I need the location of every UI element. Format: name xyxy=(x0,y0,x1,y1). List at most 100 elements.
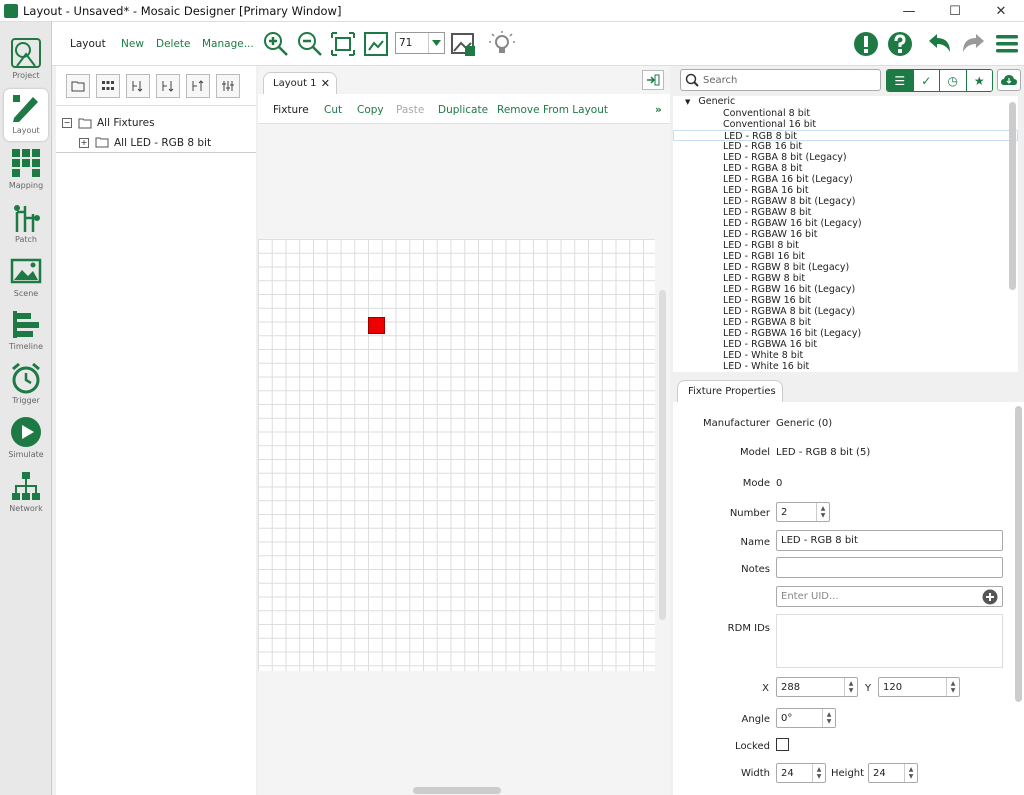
filter-button[interactable] xyxy=(216,73,240,98)
library-search-input[interactable]: Search xyxy=(680,69,881,91)
library-item[interactable]: LED - RGB 16 bit xyxy=(673,141,1018,152)
library-item[interactable]: LED - RGBA 8 bit xyxy=(673,163,1018,174)
fit-selection-icon[interactable] xyxy=(329,30,357,58)
background-image-icon[interactable] xyxy=(449,30,477,58)
fixture-led-rgb[interactable] xyxy=(368,317,385,334)
canvas-vertical-scrollbar[interactable] xyxy=(659,290,666,620)
fixture-menu[interactable]: Fixture xyxy=(273,104,309,116)
nav-patch[interactable]: Patch xyxy=(4,198,48,250)
lightbulb-icon[interactable] xyxy=(488,30,516,58)
stepper-arrows-icon[interactable]: ▲ ▼ xyxy=(812,764,825,782)
move-up-button[interactable] xyxy=(186,73,210,98)
library-item[interactable]: LED - RGBW 16 bit xyxy=(673,295,1018,306)
stepper-arrows-icon[interactable]: ▲ ▼ xyxy=(844,678,857,696)
tree-row-all-led-rgb[interactable]: + All LED - RGB 8 bit xyxy=(56,133,256,153)
layout-grid[interactable] xyxy=(258,239,655,671)
new-button[interactable]: New xyxy=(121,38,144,50)
locked-checkbox[interactable] xyxy=(776,738,789,751)
star-icon[interactable]: ★ xyxy=(966,70,992,91)
warning-icon[interactable] xyxy=(852,30,880,58)
library-item[interactable]: LED - RGBW 8 bit (Legacy) xyxy=(673,262,1018,273)
dock-panel-button[interactable] xyxy=(642,70,664,90)
stepper-arrows-icon[interactable]: ▲ ▼ xyxy=(822,709,835,727)
height-stepper[interactable]: 24 ▲ ▼ xyxy=(868,763,918,783)
library-item[interactable]: LED - RGBAW 16 bit (Legacy) xyxy=(673,218,1018,229)
minimize-button[interactable]: — xyxy=(886,0,932,22)
stepper-arrows-icon[interactable]: ▲ ▼ xyxy=(946,678,959,696)
library-item[interactable]: Conventional 8 bit xyxy=(673,108,1018,119)
x-stepper[interactable]: 288 ▲ ▼ xyxy=(776,677,858,697)
library-scrollbar[interactable] xyxy=(1009,102,1016,290)
nav-scene[interactable]: Scene xyxy=(4,252,48,304)
delete-button[interactable]: Delete xyxy=(156,38,191,50)
close-tab-icon[interactable]: ✕ xyxy=(321,77,330,90)
library-item[interactable]: LED - RGBA 8 bit (Legacy) xyxy=(673,152,1018,163)
grid-group-button[interactable] xyxy=(96,73,120,98)
width-stepper[interactable]: 24 ▲ ▼ xyxy=(776,763,826,783)
expand-icon[interactable]: + xyxy=(79,137,89,148)
library-item[interactable]: LED - RGBW 16 bit (Legacy) xyxy=(673,284,1018,295)
remove-from-layout-button[interactable]: Remove From Layout xyxy=(497,104,608,116)
help-icon[interactable] xyxy=(886,30,914,58)
library-item[interactable]: LED - RGBI 8 bit xyxy=(673,240,1018,251)
collapse-icon[interactable]: − xyxy=(62,118,72,128)
nav-trigger[interactable]: Trigger xyxy=(4,359,48,411)
library-item[interactable]: LED - RGBWA 8 bit (Legacy) xyxy=(673,306,1018,317)
notes-field[interactable] xyxy=(776,557,1003,578)
angle-stepper[interactable]: 0° ▲ ▼ xyxy=(776,708,836,728)
undo-icon[interactable] xyxy=(926,30,954,58)
tab-fixture-properties[interactable]: Fixture Properties xyxy=(677,380,783,402)
cut-button[interactable]: Cut xyxy=(324,104,342,116)
library-item[interactable]: LED - RGBWA 16 bit xyxy=(673,339,1018,350)
nav-simulate[interactable]: Simulate xyxy=(4,413,48,465)
zoom-out-icon[interactable] xyxy=(296,30,324,58)
nav-timeline[interactable]: Timeline xyxy=(4,305,48,357)
library-item[interactable]: LED - RGB 8 bit xyxy=(673,130,1018,142)
close-window-button[interactable]: ✕ xyxy=(978,0,1024,22)
menu-icon[interactable] xyxy=(993,30,1021,58)
check-icon[interactable]: ✓ xyxy=(913,70,940,91)
library-item[interactable]: LED - RGBI 16 bit xyxy=(673,251,1018,262)
fit-all-icon[interactable] xyxy=(362,30,390,58)
library-group-generic[interactable]: ▼ Generic xyxy=(673,96,1018,108)
manage-button[interactable]: Manage... xyxy=(202,38,254,50)
add-uid-icon[interactable] xyxy=(982,589,998,605)
cloud-download-icon[interactable] xyxy=(997,69,1021,91)
canvas-horizontal-scrollbar[interactable] xyxy=(413,787,501,794)
library-item[interactable]: LED - RGBW 8 bit xyxy=(673,273,1018,284)
properties-scrollbar[interactable] xyxy=(1015,406,1022,702)
library-item[interactable]: LED - White 16 bit xyxy=(673,361,1018,372)
y-stepper[interactable]: 120 ▲ ▼ xyxy=(878,677,960,697)
maximize-button[interactable]: ☐ xyxy=(932,0,978,22)
library-item[interactable]: Conventional 16 bit xyxy=(673,119,1018,130)
stepper-arrows-icon[interactable]: ▲ ▼ xyxy=(904,764,917,782)
library-item[interactable]: LED - RGBWA 8 bit xyxy=(673,317,1018,328)
uid-input[interactable]: Enter UID... xyxy=(776,586,1003,607)
list-view-icon[interactable]: ☰ xyxy=(887,70,914,91)
history-icon[interactable]: ◷ xyxy=(940,70,967,91)
zoom-level-select[interactable]: 71 xyxy=(395,32,445,54)
nav-network[interactable]: Network xyxy=(4,467,48,519)
duplicate-button[interactable]: Duplicate xyxy=(438,104,488,116)
sort-button[interactable] xyxy=(126,73,150,98)
zoom-in-icon[interactable] xyxy=(262,30,290,58)
library-item[interactable]: LED - RGBAW 16 bit xyxy=(673,229,1018,240)
new-group-button[interactable] xyxy=(66,73,90,98)
library-item[interactable]: LED - RGBWA 16 bit (Legacy) xyxy=(673,328,1018,339)
nav-project[interactable]: Project xyxy=(4,34,48,86)
library-item[interactable]: LED - RGBA 16 bit xyxy=(673,185,1018,196)
number-stepper[interactable]: 2 ▲ ▼ xyxy=(776,502,830,522)
move-down-button[interactable] xyxy=(156,73,180,98)
redo-icon[interactable] xyxy=(959,30,987,58)
library-item[interactable]: LED - RGBAW 8 bit xyxy=(673,207,1018,218)
nav-mapping[interactable]: Mapping xyxy=(4,144,48,196)
library-item[interactable]: LED - RGBA 16 bit (Legacy) xyxy=(673,174,1018,185)
library-item[interactable]: LED - White 8 bit xyxy=(673,350,1018,361)
nav-layout[interactable]: Layout xyxy=(4,89,48,141)
name-field[interactable]: LED - RGB 8 bit xyxy=(776,530,1003,551)
tree-row-all-fixtures[interactable]: − All Fixtures xyxy=(56,113,256,133)
more-actions-icon[interactable]: » xyxy=(655,104,662,116)
rdm-ids-list[interactable] xyxy=(776,614,1003,668)
tab-layout-1[interactable]: Layout 1 ✕ xyxy=(263,72,337,94)
copy-button[interactable]: Copy xyxy=(357,104,384,116)
